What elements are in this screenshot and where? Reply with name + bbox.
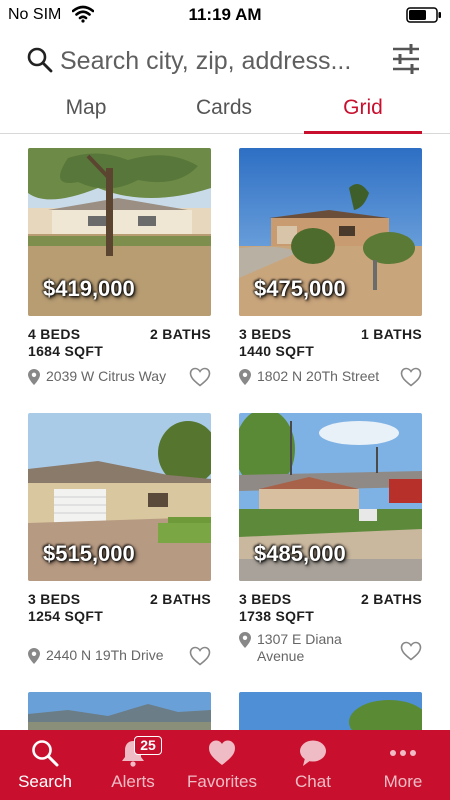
listing-address: 1307 E Diana Avenue	[257, 631, 342, 664]
listing-beds: 4 BEDS	[28, 326, 81, 342]
listing-photo[interactable]: $475,000	[239, 148, 422, 316]
listing-price: $485,000	[254, 541, 346, 566]
listing-photo[interactable]	[239, 692, 422, 730]
listing-baths: 2 BATHS	[150, 591, 211, 607]
location-pin-icon	[239, 632, 251, 648]
heart-icon	[209, 740, 235, 765]
listing-sqft: 1254 SQFT	[28, 608, 104, 624]
search-bar	[0, 38, 450, 84]
listing-card[interactable]	[239, 692, 422, 730]
listing-beds: 3 BEDS	[239, 591, 292, 607]
listing-card[interactable]: $485,000 3 BEDS 2 BATHS 1738 SQFT 1307 E…	[239, 413, 422, 664]
listing-address-row: 1307 E Diana Avenue	[239, 631, 422, 667]
favorite-heart-icon[interactable]	[189, 646, 211, 666]
favorite-heart-icon[interactable]	[189, 367, 211, 387]
listing-card[interactable]: $419,000 4 BEDS 2 BATHS 1684 SQFT 2039 W…	[28, 148, 211, 387]
listing-baths: 1 BATHS	[361, 326, 422, 342]
listing-card[interactable]: $475,000 3 BEDS 1 BATHS 1440 SQFT 1802 N…	[239, 148, 422, 387]
listing-beds: 3 BEDS	[239, 326, 292, 342]
listing-beds: 3 BEDS	[28, 591, 81, 607]
nav-label: Alerts	[111, 772, 155, 791]
favorite-heart-icon[interactable]	[400, 641, 422, 661]
more-dots-icon	[390, 750, 416, 756]
listing-sqft: 1738 SQFT	[239, 608, 315, 624]
listing-sqft: 1684 SQFT	[28, 343, 104, 359]
chat-bubble-icon	[300, 740, 326, 766]
nav-label: More	[383, 772, 423, 791]
nav-label: Search	[18, 772, 72, 791]
nav-more[interactable]: More	[358, 730, 448, 800]
search-icon	[32, 740, 59, 767]
listing-photo[interactable]: $485,000	[239, 413, 422, 581]
listing-baths: 2 BATHS	[150, 326, 211, 342]
search-input[interactable]	[60, 44, 378, 78]
nav-search[interactable]: Search	[0, 730, 90, 800]
listing-price: $515,000	[43, 541, 135, 566]
location-pin-icon	[239, 369, 251, 385]
nav-chat[interactable]: Chat	[268, 730, 358, 800]
nav-label: Chat	[295, 772, 331, 791]
battery-icon	[406, 7, 441, 23]
location-pin-icon	[28, 369, 40, 385]
location-pin-icon	[28, 648, 40, 664]
view-tabs: Map Cards Grid	[0, 90, 450, 134]
listing-address: 2039 W Citrus Way	[46, 368, 167, 384]
nav-label: Favorites	[187, 772, 257, 791]
listing-photo[interactable]: $515,000	[28, 413, 211, 581]
listing-address: 2440 N 19Th Drive	[46, 647, 164, 663]
bottom-nav: Search 25 Alerts Favorites Chat More	[0, 730, 450, 800]
listing-photo[interactable]	[28, 692, 211, 730]
listing-grid: $419,000 4 BEDS 2 BATHS 1684 SQFT 2039 W…	[0, 148, 450, 730]
listing-price: $419,000	[43, 276, 135, 301]
listing-address-row: 2440 N 19Th Drive	[28, 645, 211, 669]
listing-address: 1802 N 20Th Street	[257, 368, 380, 384]
search-icon	[27, 47, 53, 73]
tab-cards[interactable]: Cards	[174, 96, 274, 134]
listing-sqft: 1440 SQFT	[239, 343, 315, 359]
clock: 11:19 AM	[188, 5, 262, 24]
listing-price: $475,000	[254, 276, 346, 301]
favorite-heart-icon[interactable]	[400, 367, 422, 387]
listing-photo[interactable]: $419,000	[28, 148, 211, 316]
alerts-count-badge: 25	[134, 736, 162, 755]
listing-card[interactable]: $515,000 3 BEDS 2 BATHS 1254 SQFT 2440 N…	[28, 413, 211, 666]
listing-address-row: 2039 W Citrus Way	[28, 367, 211, 388]
listing-baths: 2 BATHS	[361, 591, 422, 607]
nav-favorites[interactable]: Favorites	[177, 730, 267, 800]
listing-address-row: 1802 N 20Th Street	[239, 367, 422, 388]
listing-card[interactable]	[28, 692, 211, 730]
tab-grid[interactable]: Grid	[304, 96, 422, 134]
tab-map[interactable]: Map	[36, 96, 136, 134]
nav-alerts[interactable]: 25 Alerts	[88, 730, 178, 800]
active-tab-indicator	[304, 131, 422, 134]
status-bar: No SIM 11:19 AM	[0, 0, 450, 30]
filter-sliders-icon[interactable]	[390, 42, 422, 76]
